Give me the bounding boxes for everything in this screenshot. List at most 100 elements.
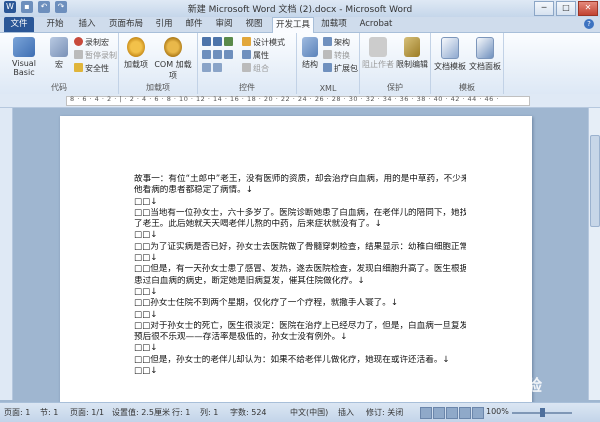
ruler-ticks: 8 · 6 · 4 · 2 · | · 2 · 4 · 6 · 8 · 10 ·…	[70, 95, 499, 103]
tab-home[interactable]: 开始	[40, 17, 70, 32]
tab-file[interactable]: 文件	[4, 17, 34, 32]
properties-button[interactable]: 属性	[242, 50, 269, 61]
close-button[interactable]: ✕	[578, 1, 598, 16]
tab-review[interactable]: 审阅	[210, 17, 238, 32]
print-layout-icon[interactable]	[420, 407, 432, 419]
group-xml: 结构 架构 转换 扩展包 XML	[297, 33, 360, 94]
status-column[interactable]: 列: 1	[200, 407, 218, 418]
doc-line: 了老王。此后她就天天喝老伴儿熬的中药，后来症状就没有了。↓	[134, 219, 382, 230]
title-bar: W ▪ ↶ ↷ 新建 Microsoft Word 文档 (2).docx - …	[0, 0, 600, 17]
group-controls: 设计模式 属性 组合 控件	[198, 33, 297, 94]
status-bar: 页面: 1 节: 1 页面: 1/1 设置值: 2.5厘米 行: 1 列: 1 …	[0, 402, 600, 422]
status-row[interactable]: 行: 1	[172, 407, 190, 418]
doc-line: □□但是，有一天孙女士患了感冒、发热，遂去医院检查，发现白细胞升高了。医生根据她	[134, 264, 466, 275]
group-templates: 文档模板 文档面板 模板	[431, 33, 504, 94]
structure-button[interactable]: 结构	[299, 37, 321, 70]
picture-control-icon[interactable]	[224, 37, 233, 46]
dropdown-icon[interactable]	[224, 50, 233, 59]
expansion-packs-label: 扩展包	[334, 64, 358, 73]
doc-line: □□↓	[134, 366, 158, 377]
scrollbar-thumb[interactable]	[590, 135, 600, 227]
record-macro-button[interactable]: 录制宏	[74, 37, 109, 48]
restrict-editing-button[interactable]: 限制编辑	[395, 37, 429, 70]
lock-icon	[404, 37, 420, 57]
record-icon	[74, 37, 83, 46]
rich-text-control[interactable]	[202, 37, 235, 47]
com-addins-button[interactable]: COM 加载项	[152, 37, 194, 81]
zoom-slider-knob[interactable]	[540, 408, 545, 417]
macros-label: 宏	[55, 60, 63, 69]
outline-view-icon[interactable]	[459, 407, 471, 419]
document-panel-label: 文档面板	[469, 62, 501, 71]
structure-icon	[302, 37, 318, 57]
status-language[interactable]: 中文(中国)	[290, 407, 328, 418]
full-screen-reading-icon[interactable]	[433, 407, 445, 419]
status-page[interactable]: 页面: 1	[4, 407, 30, 418]
checkbox-control[interactable]	[202, 50, 235, 60]
tab-page-layout[interactable]: 页面布局	[104, 17, 148, 32]
status-pages[interactable]: 页面: 1/1	[70, 407, 104, 418]
document-panel-button[interactable]: 文档面板	[468, 37, 502, 72]
pause-recording-button[interactable]: 暂停录制	[74, 50, 117, 61]
transform-button[interactable]: 转换	[323, 50, 350, 61]
expansion-packs-icon	[323, 63, 332, 72]
schema-button[interactable]: 架构	[323, 37, 350, 48]
record-macro-label: 录制宏	[85, 38, 109, 47]
status-revisions[interactable]: 修订: 关闭	[366, 407, 403, 418]
horizontal-ruler[interactable]: 8 · 6 · 4 · 2 · | · 2 · 4 · 6 · 8 · 10 ·…	[0, 94, 600, 108]
rich-text-icon	[202, 37, 211, 46]
macro-security-button[interactable]: 安全性	[74, 63, 109, 74]
group-xml-label: XML	[319, 84, 337, 93]
window-title: 新建 Microsoft Word 文档 (2).docx - Microsof…	[187, 5, 413, 15]
minimize-button[interactable]: ─	[534, 1, 554, 16]
tab-view[interactable]: 视图	[240, 17, 268, 32]
tab-acrobat[interactable]: Acrobat	[356, 17, 396, 32]
doc-line: □□↓	[134, 286, 158, 297]
checkbox-icon	[202, 50, 211, 59]
doc-line: □□↓	[134, 309, 158, 320]
tab-addins[interactable]: 加载项	[316, 17, 352, 32]
plain-text-icon[interactable]	[213, 37, 222, 46]
tab-references[interactable]: 引用	[150, 17, 178, 32]
doc-line: □□↓	[134, 230, 158, 241]
tab-mailings[interactable]: 邮件	[180, 17, 208, 32]
legacy-tools[interactable]	[202, 63, 224, 73]
group-icon	[242, 63, 251, 72]
block-authors-icon	[369, 37, 387, 57]
design-mode-label: 设计模式	[253, 38, 285, 47]
group-button[interactable]: 组合	[242, 63, 269, 74]
document-template-icon	[441, 37, 459, 59]
doc-line: □□但是，孙女士的老伴儿却认为：如果不给老伴儿做化疗，她现在或许还活着。↓	[134, 354, 450, 365]
status-section[interactable]: 节: 1	[40, 407, 58, 418]
web-layout-icon[interactable]	[446, 407, 458, 419]
visual-basic-button[interactable]: Visual Basic	[3, 37, 45, 77]
status-position[interactable]: 设置值: 2.5厘米	[112, 407, 170, 418]
block-authors-button[interactable]: 阻止作者	[362, 37, 394, 70]
doc-line: □□孙女士住院不到两个星期，仅化疗了一个疗程，就撒手人寰了。↓	[134, 298, 399, 309]
transform-label: 转换	[334, 51, 350, 60]
status-word-count[interactable]: 字数: 524	[230, 407, 267, 418]
com-gear-icon	[164, 37, 182, 57]
combobox-icon[interactable]	[213, 50, 222, 59]
transform-icon	[323, 50, 332, 59]
com-addins-label: COM 加载项	[154, 60, 192, 80]
expansion-packs-button[interactable]: 扩展包	[323, 63, 358, 74]
document-body[interactable]: 故事一：有位“土郎中”老王，没有医师的资质，却会治疗白血病，用的是中草药，不少来…	[134, 174, 466, 377]
doc-line: □□当地有一位孙女士，六十多岁了。医院诊断她患了白血病，在老伴儿的陪同下，她找到	[134, 207, 466, 218]
help-icon[interactable]: ?	[584, 19, 594, 29]
vertical-ruler[interactable]	[0, 108, 13, 400]
addins-button[interactable]: 加载项	[122, 37, 150, 70]
macros-button[interactable]: 宏	[48, 37, 70, 70]
draft-view-icon[interactable]	[472, 407, 484, 419]
design-mode-button[interactable]: 设计模式	[242, 37, 285, 48]
building-block-icon[interactable]	[213, 63, 222, 72]
maximize-button[interactable]: □	[556, 1, 576, 16]
tab-insert[interactable]: 插入	[72, 17, 102, 32]
document-template-button[interactable]: 文档模板	[433, 37, 467, 72]
doc-line: □□↓	[134, 196, 158, 207]
document-template-label: 文档模板	[434, 62, 466, 71]
zoom-level[interactable]: 100%	[486, 407, 509, 416]
tab-developer[interactable]: 开发工具	[272, 17, 314, 33]
status-insert-mode[interactable]: 插入	[338, 407, 354, 418]
visual-basic-icon	[13, 37, 35, 57]
